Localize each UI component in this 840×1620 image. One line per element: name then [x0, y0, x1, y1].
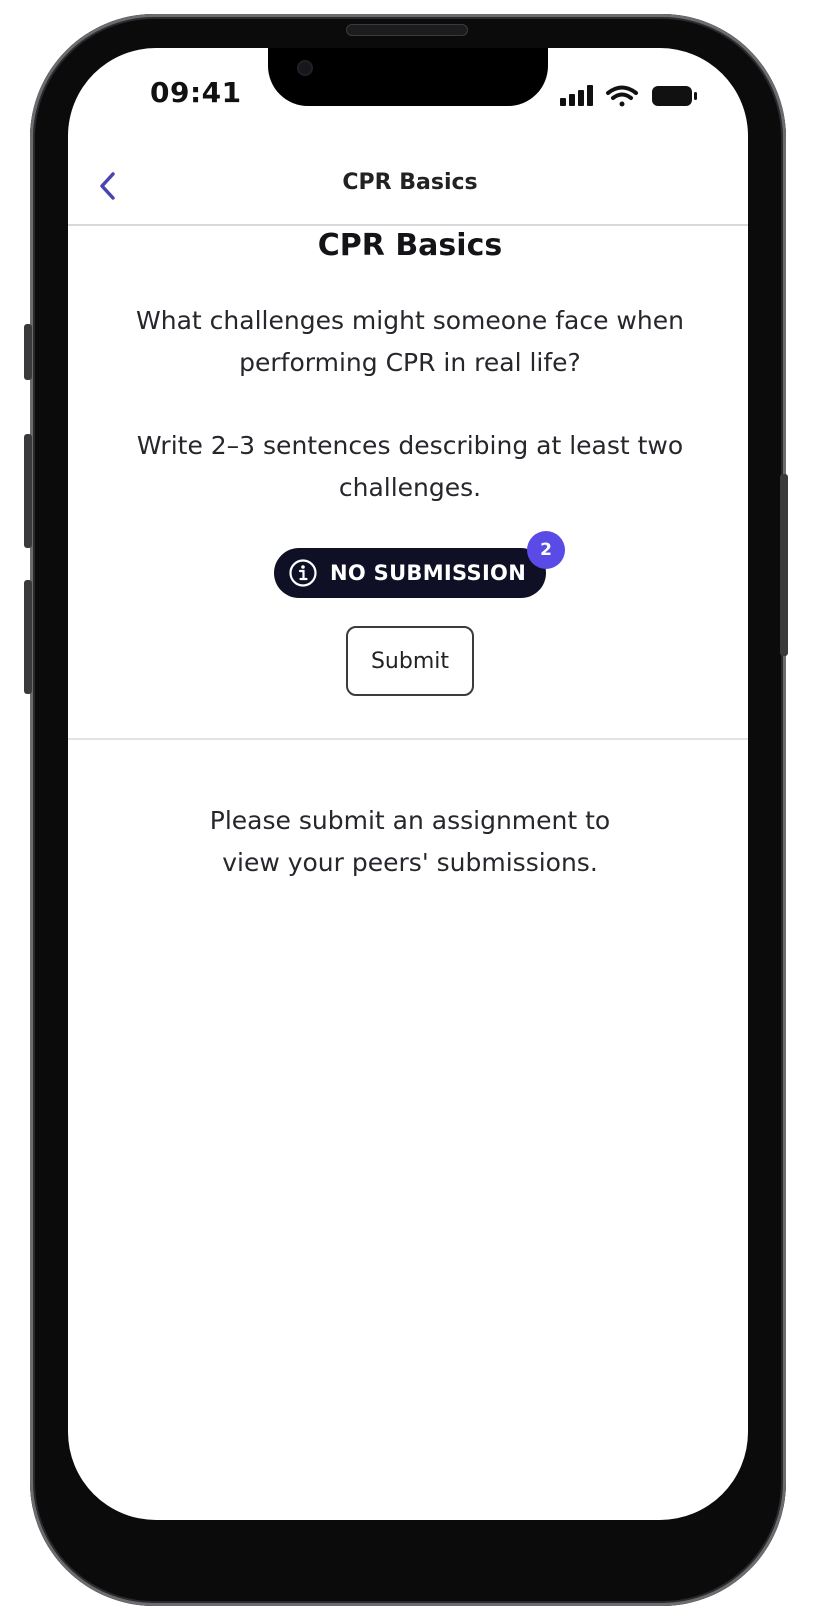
notch — [268, 48, 548, 106]
phone-screen — [68, 48, 748, 1520]
volume-up-button — [24, 434, 32, 548]
silent-switch — [24, 324, 32, 380]
question-text: What challenges might someone face when … — [136, 306, 684, 377]
chevron-left-icon — [100, 172, 115, 200]
nav-title: CPR Basics — [342, 170, 478, 195]
instruction-text: Write 2–3 sentences describing at least … — [136, 431, 684, 502]
front-camera — [297, 60, 313, 76]
peers-message: Please submit an assignment to view your… — [150, 800, 670, 884]
page-title: CPR Basics — [317, 228, 503, 263]
speaker-grille — [346, 24, 468, 36]
wifi-icon — [606, 85, 638, 107]
submission-status-label: NO SUBMISSION — [330, 561, 527, 585]
status-icons — [560, 84, 700, 108]
cellular-signal-icon — [560, 85, 593, 106]
info-icon — [289, 559, 317, 587]
status-time: 09:41 — [150, 76, 242, 109]
section-divider — [68, 738, 748, 740]
nav-divider — [68, 224, 748, 226]
back-button[interactable] — [92, 166, 124, 206]
notification-count-badge: 2 — [527, 531, 565, 569]
battery-icon — [652, 86, 697, 106]
volume-down-button — [24, 580, 32, 694]
submission-status-badge: NO SUBMISSION — [274, 548, 546, 598]
submit-button[interactable]: Submit — [346, 626, 474, 696]
power-button — [780, 474, 788, 656]
peers-message-line-2: view your peers' submissions. — [222, 848, 598, 877]
peers-message-line-1: Please submit an assignment to — [209, 806, 611, 835]
